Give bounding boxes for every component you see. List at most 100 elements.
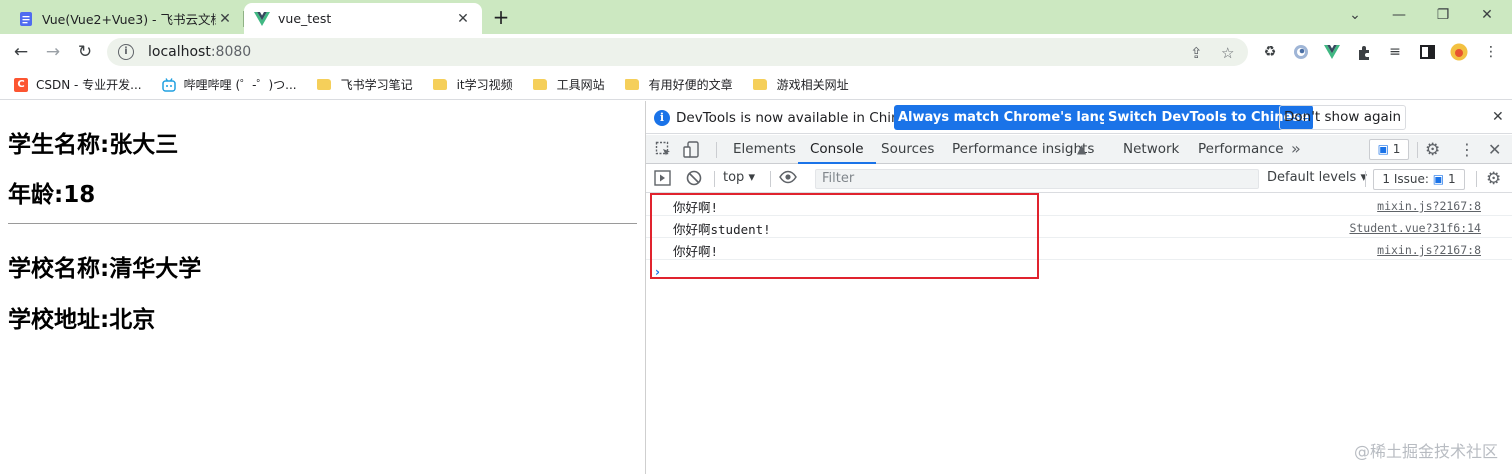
bookmark-bilibili[interactable]: 哔哩哔哩 (゜-゜)つ... bbox=[161, 76, 297, 93]
infobar-message: DevTools is now available in Chinese! bbox=[676, 110, 929, 126]
side-panel-icon[interactable] bbox=[1418, 43, 1436, 61]
school-name-heading: 学校名称:清华大学 bbox=[8, 256, 202, 282]
message-icon: ▣ bbox=[1432, 172, 1445, 186]
profile-avatar-icon[interactable] bbox=[1450, 43, 1468, 61]
restore-icon[interactable]: ❐ bbox=[1428, 4, 1458, 26]
menu-kebab-icon[interactable]: ⋮ bbox=[1482, 43, 1500, 61]
bookmark-folder[interactable]: it学习视频 bbox=[432, 76, 513, 93]
more-options-icon[interactable]: ⋮ bbox=[1459, 140, 1475, 159]
tab-feishu-doc[interactable]: Vue(Vue2+Vue3) - 飞书云文档 ✕ bbox=[8, 3, 244, 34]
flask-icon: ▲ bbox=[1077, 142, 1087, 156]
folder-icon bbox=[432, 79, 447, 90]
log-levels-dropdown[interactable]: Default levels ▾ bbox=[1267, 170, 1367, 185]
reading-list-icon[interactable]: ≡ bbox=[1386, 43, 1404, 61]
console-toolbar: top ▾ Filter Default levels ▾ 1 Issue: ▣… bbox=[646, 165, 1512, 193]
console-log-row: 你好啊student! Student.vue?31f6:14 bbox=[646, 216, 1512, 238]
tab-performance-insights[interactable]: Performance insights bbox=[952, 135, 1094, 164]
context-selector[interactable]: top ▾ bbox=[723, 170, 755, 185]
bookmark-folder[interactable]: 飞书学习笔记 bbox=[316, 76, 413, 93]
device-toolbar-icon[interactable] bbox=[683, 141, 700, 162]
more-tabs-icon[interactable]: » bbox=[1291, 139, 1301, 158]
address-bar[interactable]: i localhost:8080 ⇪ ☆ bbox=[107, 38, 1248, 66]
dropdown-arrow-icon: ▾ bbox=[748, 170, 755, 185]
devtools-panel: i DevTools is now available in Chinese! … bbox=[646, 101, 1512, 474]
new-tab-button[interactable]: + bbox=[490, 6, 512, 28]
bookmarks-bar: C CSDN - 专业开发... 哔哩哔哩 (゜-゜)つ... 飞书学习笔记 i… bbox=[0, 70, 1512, 100]
console-settings-gear-icon[interactable]: ⚙ bbox=[1486, 169, 1501, 189]
sidebar-toggle-icon[interactable] bbox=[654, 170, 671, 190]
vue-devtools-icon[interactable] bbox=[1323, 43, 1341, 61]
separator bbox=[1365, 171, 1366, 187]
folder-icon bbox=[532, 79, 547, 90]
share-icon[interactable]: ⇪ bbox=[1190, 44, 1203, 62]
page-viewport: 学生名称:张大三 年龄:18 学校名称:清华大学 学校地址:北京 bbox=[0, 101, 645, 474]
messages-badge[interactable]: ▣ 1 bbox=[1369, 139, 1409, 160]
console-filter-input[interactable]: Filter bbox=[815, 169, 1259, 189]
console-output: 你好啊! mixin.js?2167:8 你好啊student! Student… bbox=[646, 194, 1512, 279]
log-message: 你好啊! bbox=[673, 200, 719, 215]
close-icon[interactable]: ✕ bbox=[1492, 109, 1504, 125]
site-info-icon[interactable]: i bbox=[118, 44, 134, 60]
devtools-tabbar: Elements Console Sources Performance ins… bbox=[646, 135, 1512, 164]
tab-console[interactable]: Console bbox=[798, 135, 876, 164]
tab-sources[interactable]: Sources bbox=[881, 135, 934, 164]
tab-title: vue_test bbox=[278, 11, 332, 26]
school-address-heading: 学校地址:北京 bbox=[8, 307, 156, 333]
tab-network[interactable]: Network bbox=[1123, 135, 1179, 164]
tab-title: Vue(Vue2+Vue3) - 飞书云文档 bbox=[42, 12, 216, 27]
url-text[interactable]: localhost:8080 bbox=[148, 44, 251, 60]
circle-extension-icon[interactable] bbox=[1292, 43, 1310, 61]
info-icon: i bbox=[654, 110, 670, 126]
divider bbox=[8, 223, 637, 224]
separator bbox=[770, 171, 771, 187]
log-source-link[interactable]: mixin.js?2167:8 bbox=[1377, 243, 1481, 257]
bookmark-folder[interactable]: 游戏相关网址 bbox=[752, 76, 849, 93]
tab-strip: Vue(Vue2+Vue3) - 飞书云文档 ✕ vue_test ✕ + ⌄ … bbox=[0, 0, 1512, 34]
tab-elements[interactable]: Elements bbox=[733, 135, 796, 164]
separator bbox=[1417, 142, 1418, 158]
console-prompt-chevron-icon[interactable]: › bbox=[655, 265, 660, 279]
issues-button[interactable]: 1 Issue: ▣ 1 bbox=[1373, 169, 1465, 190]
watermark-text: @稀土掘金技术社区 bbox=[1353, 442, 1498, 461]
forward-icon[interactable]: → bbox=[41, 40, 65, 64]
vue-logo-icon bbox=[254, 11, 270, 27]
clear-console-icon[interactable] bbox=[686, 170, 702, 190]
live-expression-eye-icon[interactable] bbox=[779, 169, 797, 189]
minimize-icon[interactable]: — bbox=[1384, 4, 1414, 26]
star-icon[interactable]: ☆ bbox=[1221, 44, 1234, 62]
bookmark-csdn[interactable]: C CSDN - 专业开发... bbox=[14, 76, 142, 93]
inspect-element-icon[interactable] bbox=[655, 141, 672, 162]
reload-icon[interactable]: ↻ bbox=[73, 40, 97, 64]
student-name-heading: 学生名称:张大三 bbox=[8, 132, 179, 158]
bookmark-folder[interactable]: 有用好便的文章 bbox=[624, 76, 733, 93]
close-window-icon[interactable]: ✕ bbox=[1472, 4, 1502, 26]
language-infobar: i DevTools is now available in Chinese! … bbox=[646, 101, 1512, 134]
student-age-heading: 年龄:18 bbox=[8, 182, 96, 208]
log-message: 你好啊! bbox=[673, 244, 719, 259]
csdn-icon: C bbox=[14, 77, 28, 92]
puzzle-icon[interactable] bbox=[1355, 43, 1373, 61]
dont-show-again-button[interactable]: Don't show again bbox=[1279, 105, 1407, 130]
close-tab-icon[interactable]: ✕ bbox=[216, 11, 234, 27]
console-log-row: 你好啊! mixin.js?2167:8 bbox=[646, 238, 1512, 260]
tab-performance[interactable]: Performance bbox=[1198, 135, 1284, 164]
back-icon[interactable]: ← bbox=[9, 40, 33, 64]
log-message: 你好啊student! bbox=[673, 222, 771, 237]
chevron-down-icon[interactable]: ⌄ bbox=[1340, 4, 1370, 26]
separator bbox=[714, 171, 715, 187]
log-source-link[interactable]: Student.vue?31f6:14 bbox=[1349, 221, 1481, 235]
settings-gear-icon[interactable]: ⚙ bbox=[1425, 140, 1440, 160]
separator bbox=[1476, 171, 1477, 187]
tab-vue-test[interactable]: vue_test ✕ bbox=[244, 3, 482, 34]
bookmark-folder[interactable]: 工具网站 bbox=[532, 76, 605, 93]
close-devtools-icon[interactable]: ✕ bbox=[1488, 140, 1501, 159]
console-log-row: 你好啊! mixin.js?2167:8 bbox=[646, 194, 1512, 216]
browser-toolbar: ← → ↻ i localhost:8080 ⇪ ☆ ♻ ≡ ⋮ bbox=[0, 34, 1512, 70]
folder-icon bbox=[316, 79, 331, 90]
dropdown-arrow-icon: ▾ bbox=[1360, 170, 1367, 185]
log-source-link[interactable]: mixin.js?2167:8 bbox=[1377, 199, 1481, 213]
folder-icon bbox=[752, 79, 767, 90]
recycle-extension-icon[interactable]: ♻ bbox=[1261, 43, 1279, 61]
bilibili-icon bbox=[161, 77, 176, 92]
close-tab-icon[interactable]: ✕ bbox=[454, 11, 472, 27]
